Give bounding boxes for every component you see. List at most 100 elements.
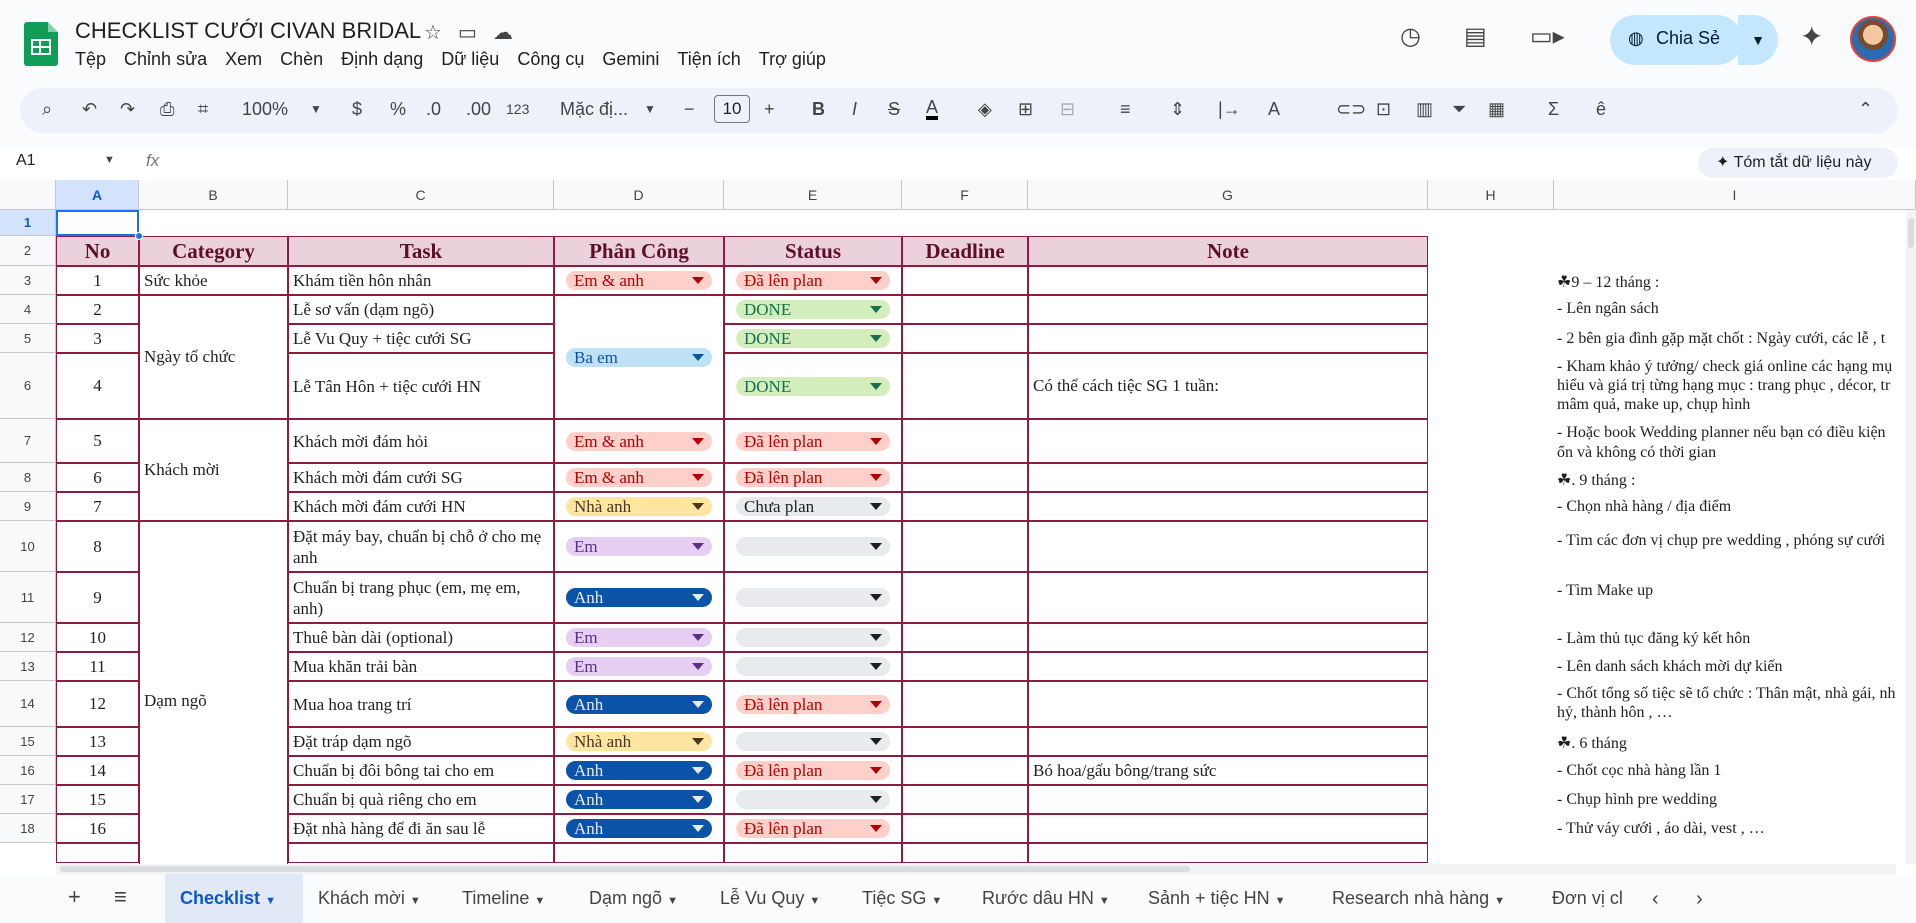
task-name-cell[interactable]: Mua khăn trải bàn [288, 652, 554, 681]
chevron-down-icon[interactable]: ▼ [310, 98, 322, 120]
note-cell[interactable] [1028, 572, 1428, 623]
summarize-button[interactable]: ✦ Tóm tắt dữ liệu này [1698, 148, 1898, 178]
deadline-cell[interactable] [902, 681, 1028, 727]
cloud-status-icon[interactable]: ☁ [493, 20, 513, 45]
deadline-cell[interactable] [902, 521, 1028, 572]
category-health[interactable]: Sức khỏe [139, 266, 288, 295]
task-no-cell[interactable]: 6 [56, 463, 139, 492]
col-i-line[interactable]: - Lên ngân sách [1557, 300, 1916, 318]
merge-cells-icon[interactable]: ⊟ [1060, 98, 1075, 120]
column-header-c[interactable]: C [288, 180, 554, 210]
table-view-icon[interactable]: ▦ [1488, 98, 1505, 120]
gemini-sparkle-icon[interactable]: ✦ [1800, 20, 1823, 53]
task-no-cell[interactable]: 16 [56, 814, 139, 843]
menu-edit[interactable]: Chỉnh sửa [124, 49, 207, 70]
col-i-line[interactable]: - Kham khảo ý tưởng/ check giá online cá… [1557, 358, 1916, 376]
task-no-cell[interactable]: 12 [56, 681, 139, 727]
row-header-15[interactable]: 15 [0, 727, 56, 756]
note-cell[interactable] [1028, 419, 1428, 463]
deadline-cell[interactable] [902, 324, 1028, 353]
avatar[interactable] [1850, 16, 1896, 62]
task-name-cell[interactable]: Thuê bàn dài (optional) [288, 623, 554, 652]
assign-chip[interactable]: Em [566, 628, 712, 647]
task-no-cell[interactable]: 7 [56, 492, 139, 521]
status-chip[interactable] [736, 732, 890, 751]
meet-icon[interactable]: ▭▸ [1530, 22, 1565, 51]
header-assign[interactable]: Phân Công [554, 236, 724, 266]
task-no-cell[interactable]: 13 [56, 727, 139, 756]
status-chip[interactable] [736, 588, 890, 607]
increase-decimal-button[interactable]: .00 [466, 98, 491, 120]
sheet-tab[interactable]: Khách mời ▼ [318, 888, 421, 909]
note-cell[interactable] [1028, 324, 1428, 353]
row-header-11[interactable]: 11 [0, 572, 56, 623]
assign-chip[interactable]: Anh [566, 695, 712, 714]
next-tabs-icon[interactable]: › [1696, 888, 1703, 911]
row-header-10[interactable]: 10 [0, 521, 56, 572]
status-chip[interactable]: Chưa plan [736, 497, 890, 516]
task-name-cell[interactable]: Mua hoa trang trí [288, 681, 554, 727]
task-no-cell[interactable]: 15 [56, 785, 139, 814]
assign-chip[interactable]: Nhà anh [566, 732, 712, 751]
status-chip[interactable] [736, 537, 890, 556]
row-header-3[interactable]: 3 [0, 266, 56, 295]
col-i-line[interactable]: - Tìm Make up [1557, 582, 1916, 600]
font-select[interactable]: Mặc đị... [560, 98, 628, 120]
status-chip[interactable] [736, 628, 890, 647]
assign-chip[interactable]: Em [566, 657, 712, 676]
task-name-cell[interactable]: Chuẩn bị trang phục (em, mẹ em, anh) [288, 572, 554, 623]
functions-icon[interactable]: Σ [1548, 98, 1559, 120]
task-no-cell[interactable] [56, 843, 139, 863]
deadline-cell[interactable] [902, 463, 1028, 492]
sheet-tab[interactable]: Dạm ngõ ▼ [589, 888, 678, 909]
column-header-f[interactable]: F [902, 180, 1028, 210]
status-chip[interactable] [736, 790, 890, 809]
task-name-cell[interactable]: Đặt máy bay, chuẩn bị chỗ ở cho mẹ anh [288, 521, 554, 572]
deadline-cell[interactable] [902, 295, 1028, 324]
history-icon[interactable]: ◷ [1400, 22, 1421, 51]
sheet-tab[interactable]: Đơn vị cl [1552, 888, 1623, 909]
percent-format-button[interactable]: % [390, 98, 406, 120]
deadline-cell[interactable] [902, 266, 1028, 295]
menu-help[interactable]: Trợ giúp [759, 49, 826, 70]
comment-icon[interactable]: ▤ [1464, 22, 1487, 51]
share-button[interactable]: ◍ Chia Sẻ [1610, 15, 1742, 65]
header-category[interactable]: Category [139, 236, 288, 266]
note-cell[interactable] [1028, 843, 1428, 863]
row-header-6[interactable]: 6 [0, 353, 56, 419]
menu-file[interactable]: Tệp [75, 49, 106, 70]
document-title[interactable]: CHECKLIST CƯỚI CIVAN BRIDAL [75, 18, 421, 44]
col-i-line[interactable]: hỷ, thành hôn , … [1557, 704, 1916, 722]
note-cell[interactable] [1028, 463, 1428, 492]
assign-chip[interactable]: Anh [566, 790, 712, 809]
deadline-cell[interactable] [902, 652, 1028, 681]
status-chip[interactable]: DONE [736, 329, 890, 348]
task-no-cell[interactable]: 11 [56, 652, 139, 681]
menu-gemini[interactable]: Gemini [602, 49, 659, 70]
assign-cell[interactable] [554, 843, 724, 863]
task-name-cell[interactable]: Lễ Tân Hôn + tiệc cưới HN [288, 353, 554, 419]
col-i-line[interactable]: - Lên danh sách khách mời dự kiến [1557, 658, 1916, 676]
all-sheets-icon[interactable]: ≡ [114, 884, 127, 910]
menu-insert[interactable]: Chèn [280, 49, 323, 70]
spreadsheet-grid[interactable]: A B C D E F G H I 1 2 3 4 5 6 7 8 9 10 1… [0, 180, 1916, 874]
vertical-align-icon[interactable]: ⇕ [1170, 98, 1185, 120]
align-icon[interactable]: ≡ [1120, 98, 1131, 120]
redo-icon[interactable]: ↷ [120, 98, 135, 120]
assign-chip[interactable]: Anh [566, 761, 712, 780]
category-guests[interactable]: Khách mời [139, 419, 288, 521]
prev-tabs-icon[interactable]: ‹ [1652, 888, 1659, 911]
bold-icon[interactable]: B [812, 98, 825, 120]
task-name-cell[interactable]: Đặt nhà hàng để đi ăn sau lễ [288, 814, 554, 843]
task-name-cell[interactable] [288, 843, 554, 863]
row-header-7[interactable]: 7 [0, 419, 56, 463]
task-no-cell[interactable]: 4 [56, 353, 139, 419]
task-name-cell[interactable]: Khám tiền hôn nhân [288, 266, 554, 295]
status-chip[interactable]: DONE [736, 377, 890, 396]
assign-chip[interactable]: Nhà anh [566, 497, 712, 516]
col-i-line[interactable]: mâm quả, make up, chụp hình [1557, 396, 1916, 414]
sheet-tab[interactable]: Research nhà hàng ▼ [1332, 888, 1505, 909]
row-header-18[interactable]: 18 [0, 814, 56, 843]
search-icon[interactable]: ⌕ [42, 98, 52, 120]
col-i-line[interactable]: - Chụp hình pre wedding [1557, 791, 1916, 809]
